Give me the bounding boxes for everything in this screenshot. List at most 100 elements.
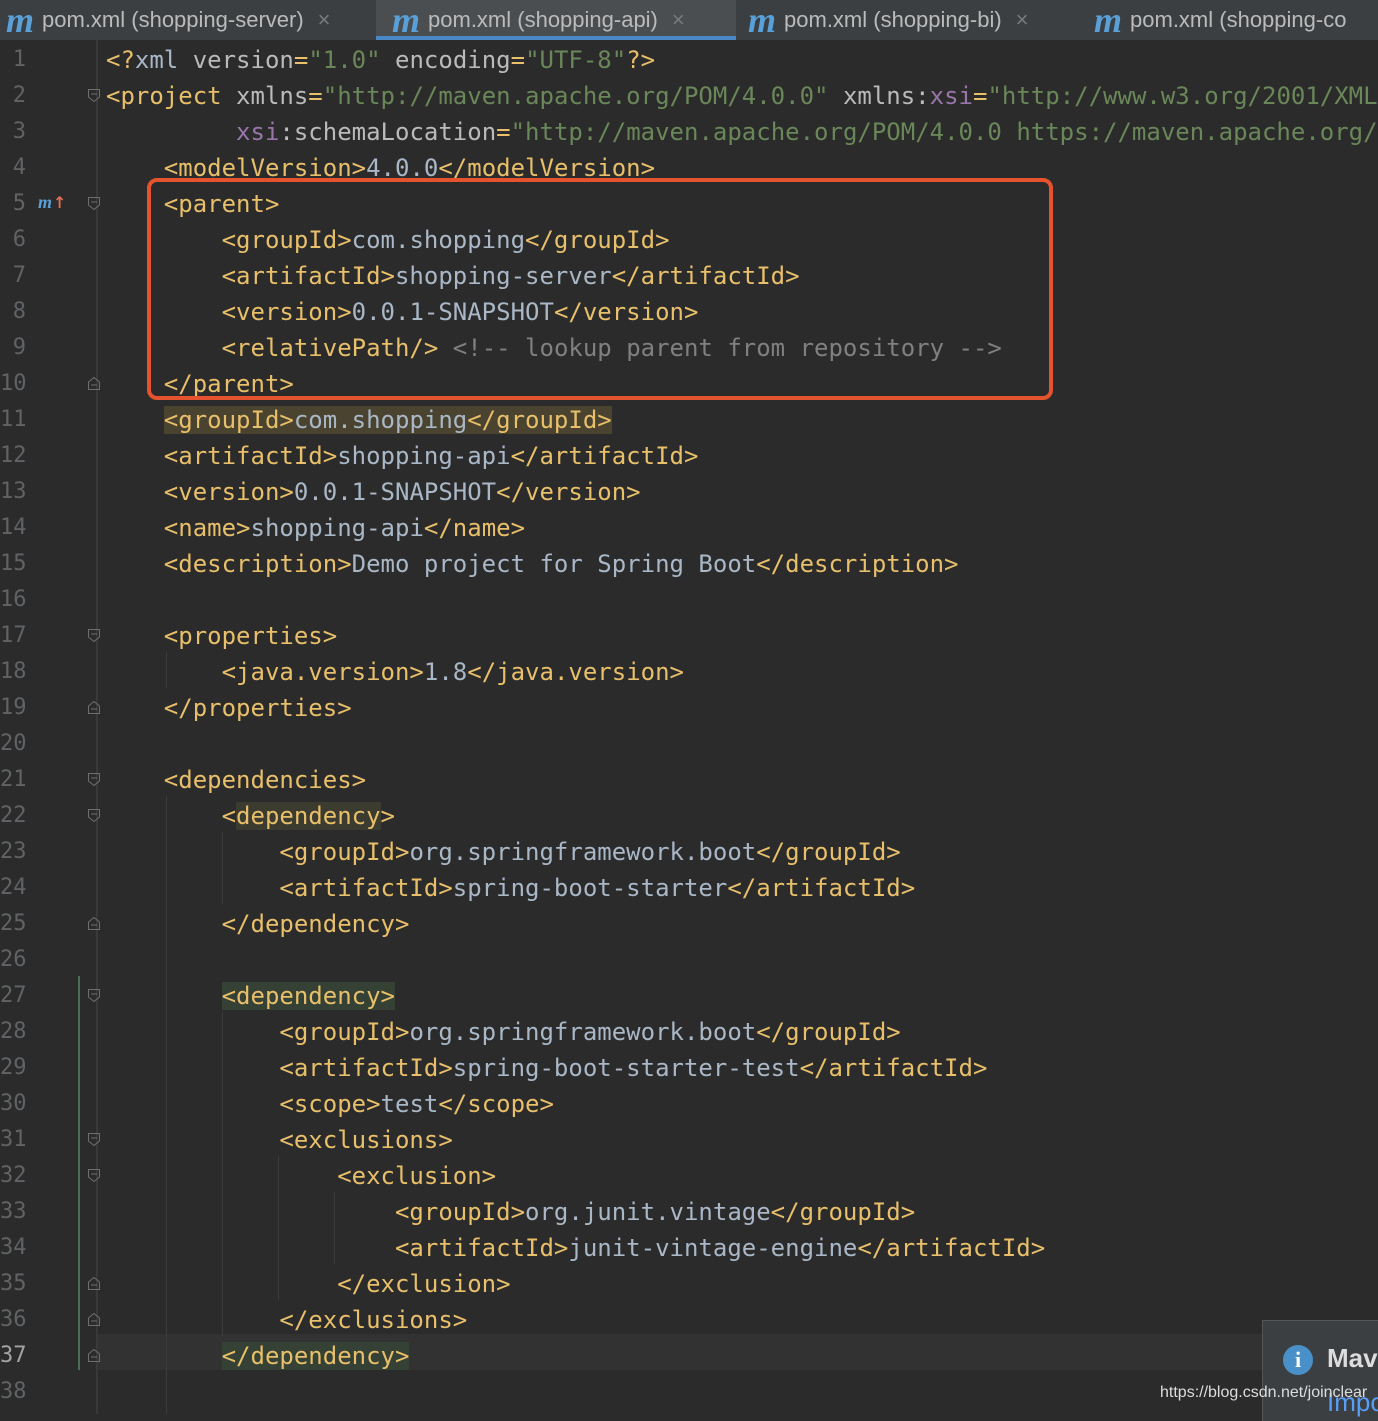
fold-end-icon[interactable] [88,917,100,930]
code-line[interactable]: 17 <properties> [0,618,1378,654]
fold-end-icon[interactable] [88,1277,100,1290]
maven-notification[interactable]: i Mav Impo [1262,1320,1378,1421]
code-line[interactable]: 35 </exclusion> [0,1266,1378,1302]
code-token: </dependency> [221,1342,410,1370]
code-text[interactable]: </properties> [106,690,352,726]
code-line[interactable]: 29 <artifactId>spring-boot-starter-test<… [0,1050,1378,1086]
tab-shopping-api[interactable]: m pom.xml (shopping-api) × [376,0,736,40]
code-line[interactable]: 19 </properties> [0,690,1378,726]
close-icon[interactable]: × [672,7,685,33]
code-token: <properties> [163,622,338,650]
code-text[interactable]: <groupId>com.shopping</groupId> [106,402,612,438]
code-text[interactable]: <artifactId>shopping-api</artifactId> [106,438,699,474]
code-token: spring-boot-starter [452,874,728,902]
code-line[interactable]: 18 <java.version>1.8</java.version> [0,654,1378,690]
code-line[interactable]: 3 xsi:schemaLocation="http://maven.apach… [0,114,1378,150]
code-line[interactable]: 22 <dependency> [0,798,1378,834]
code-line[interactable]: 21 <dependencies> [0,762,1378,798]
code-text[interactable]: <description>Demo project for Spring Boo… [106,546,959,582]
code-text[interactable]: xsi:schemaLocation="http://maven.apache.… [106,114,1378,150]
line-number: 10 [0,371,27,396]
fold-end-icon[interactable] [88,1349,100,1362]
code-line[interactable]: 13 <version>0.0.1-SNAPSHOT</version> [0,474,1378,510]
code-text[interactable]: <artifactId>junit-vintage-engine</artifa… [106,1230,1045,1266]
close-icon[interactable]: × [318,7,331,33]
close-icon[interactable]: × [1016,7,1029,33]
code-token: 1.8 [423,658,468,686]
code-line[interactable]: 27 <dependency> [0,978,1378,1014]
fold-collapse-icon[interactable] [88,197,100,210]
code-text[interactable]: <properties> [106,618,337,654]
code-text[interactable]: <scope>test</scope> [106,1086,554,1122]
fold-end-icon[interactable] [88,377,100,390]
code-line[interactable]: 36 </exclusions> [0,1302,1378,1338]
code-text[interactable]: </dependency> [106,906,410,942]
code-text[interactable]: <groupId>org.springframework.boot</group… [106,834,900,870]
code-line[interactable]: 26 [0,942,1378,978]
fold-end-icon[interactable] [88,701,100,714]
code-text[interactable]: </dependency> [106,1338,410,1374]
code-line[interactable]: 20 [0,726,1378,762]
code-line[interactable]: 15 <description>Demo project for Spring … [0,546,1378,582]
code-text[interactable]: <groupId>org.junit.vintage</groupId> [106,1194,915,1230]
code-token: "http://www.w3.org/2001/XMLSch [987,82,1378,110]
code-text[interactable]: <name>shopping-api</name> [106,510,525,546]
fold-collapse-icon[interactable] [88,809,100,822]
code-line[interactable]: 33 <groupId>org.junit.vintage</groupId> [0,1194,1378,1230]
tab-shopping-bi[interactable]: m pom.xml (shopping-bi) × [748,0,1088,40]
code-text[interactable]: <dependency> [106,978,395,1014]
code-line[interactable]: 14 <name>shopping-api</name> [0,510,1378,546]
maven-icon: m [6,0,35,40]
line-number: 4 [12,155,26,180]
fold-end-icon[interactable] [88,1313,100,1326]
code-line[interactable]: 28 <groupId>org.springframework.boot</gr… [0,1014,1378,1050]
code-line[interactable]: 34 <artifactId>junit-vintage-engine</art… [0,1230,1378,1266]
fold-collapse-icon[interactable] [88,629,100,642]
code-token: </exclusions> [279,1306,468,1334]
code-line[interactable]: 24 <artifactId>spring-boot-starter</arti… [0,870,1378,906]
code-line[interactable]: 12 <artifactId>shopping-api</artifactId> [0,438,1378,474]
code-line[interactable]: 11 <groupId>com.shopping</groupId> [0,402,1378,438]
code-text[interactable]: <?xml version="1.0" encoding="UTF-8"?> [106,42,655,78]
code-token: </artifactId> [799,1054,988,1082]
code-line[interactable]: 30 <scope>test</scope> [0,1086,1378,1122]
code-line[interactable]: 37 </dependency> [0,1338,1378,1374]
code-line[interactable]: 16 [0,582,1378,618]
notification-title: Mav [1327,1343,1378,1373]
code-line[interactable]: 23 <groupId>org.springframework.boot</gr… [0,834,1378,870]
code-line[interactable]: 31 <exclusions> [0,1122,1378,1158]
code-text[interactable]: <dependency> [106,798,395,834]
line-number: 25 [0,911,27,936]
code-text[interactable]: <exclusion> [106,1158,496,1194]
watermark: https://blog.csdn.net/joinclear [1160,1384,1368,1401]
parent-highlight-box [147,178,1053,400]
fold-collapse-icon[interactable] [88,989,100,1002]
maven-icon: m [748,0,777,40]
code-text[interactable]: <exclusions> [106,1122,452,1158]
code-text[interactable]: <artifactId>spring-boot-starter</artifac… [106,870,915,906]
code-text[interactable]: </exclusions> [106,1302,467,1338]
maven-parent-gutter-icon[interactable]: m↑ [38,192,66,213]
code-token: shopping-api [250,514,424,542]
line-number: 28 [0,1019,27,1044]
tab-shopping-co[interactable]: m pom.xml (shopping-co [1094,0,1378,40]
code-text[interactable]: <artifactId>spring-boot-starter-test</ar… [106,1050,987,1086]
code-text[interactable]: </exclusion> [106,1266,510,1302]
fold-collapse-icon[interactable] [88,89,100,102]
code-text[interactable]: <groupId>org.springframework.boot</group… [106,1014,900,1050]
code-text[interactable]: <dependencies> [106,762,366,798]
code-line[interactable]: 25 </dependency> [0,906,1378,942]
fold-collapse-icon[interactable] [88,773,100,786]
code-line[interactable]: 32 <exclusion> [0,1158,1378,1194]
code-text[interactable]: <version>0.0.1-SNAPSHOT</version> [106,474,641,510]
tab-shopping-server[interactable]: m pom.xml (shopping-server) × [0,0,381,40]
fold-collapse-icon[interactable] [88,1133,100,1146]
code-line[interactable]: 1 <?xml version="1.0" encoding="UTF-8"?> [0,42,1378,78]
code-text[interactable]: <project xmlns="http://maven.apache.org/… [106,78,1378,114]
code-text[interactable]: <java.version>1.8</java.version> [106,654,684,690]
fold-collapse-icon[interactable] [88,1169,100,1182]
code-line[interactable]: 2 <project xmlns="http://maven.apache.org… [0,78,1378,114]
